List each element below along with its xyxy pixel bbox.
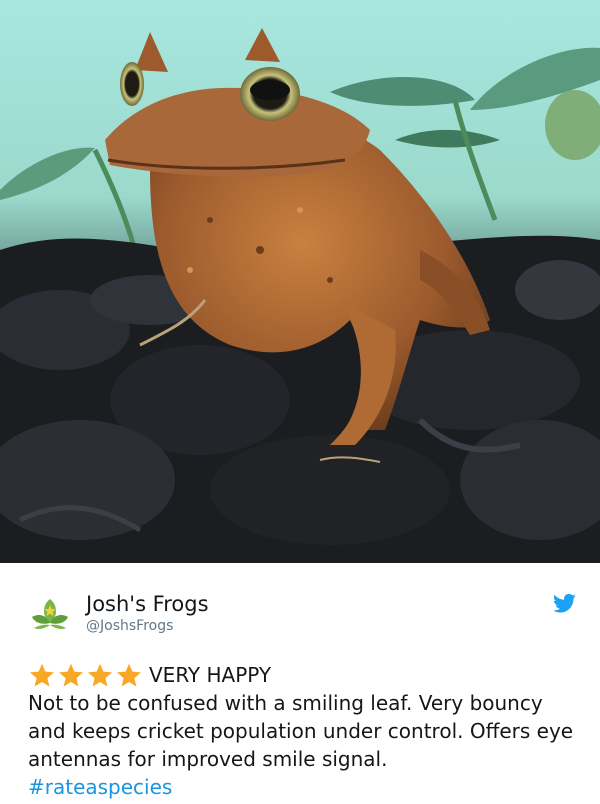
handle[interactable]: @JoshsFrogs <box>86 617 209 635</box>
tweet-header: Josh's Frogs @JoshsFrogs <box>28 591 576 635</box>
display-name[interactable]: Josh's Frogs <box>86 591 209 617</box>
star-icon <box>116 663 142 687</box>
frog-photo <box>0 0 600 563</box>
rating-line: VERY HAPPY <box>28 661 271 689</box>
rating-label: VERY HAPPY <box>149 663 272 687</box>
star-icon <box>29 663 55 687</box>
tweet-card: Josh's Frogs @JoshsFrogs VERY HAPPY Not … <box>0 0 600 804</box>
author-block[interactable]: Josh's Frogs @JoshsFrogs <box>86 591 209 635</box>
leaf-logo-icon[interactable] <box>30 595 70 635</box>
star-icon <box>87 663 113 687</box>
hashtag-link[interactable]: #rateaspecies <box>28 773 578 801</box>
tweet-text: Not to be confused with a smiling leaf. … <box>28 689 578 801</box>
tweet: Josh's Frogs @JoshsFrogs VERY HAPPY Not … <box>0 563 600 804</box>
tweet-body: Not to be confused with a smiling leaf. … <box>28 691 574 771</box>
twitter-bird-icon[interactable] <box>552 593 576 613</box>
star-rating <box>28 662 143 689</box>
star-icon <box>58 663 84 687</box>
